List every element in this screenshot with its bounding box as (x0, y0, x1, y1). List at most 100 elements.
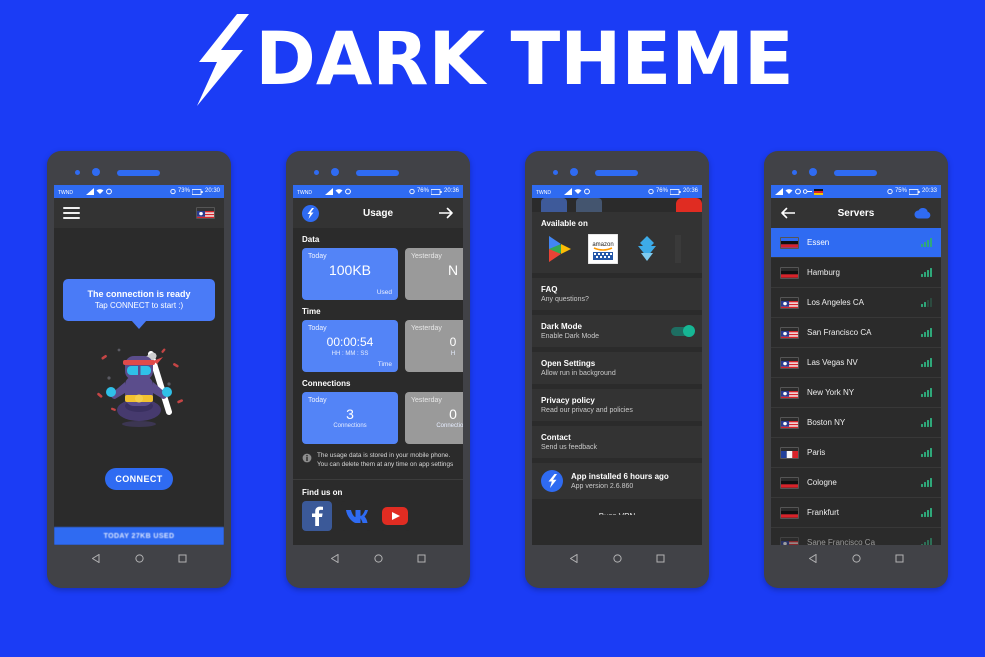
usage-card-today-data[interactable]: Today 100KB Used (302, 248, 398, 300)
facebook-icon[interactable] (302, 501, 332, 532)
server-row-cologne[interactable]: Cologne (771, 468, 941, 498)
google-play-icon[interactable] (547, 235, 573, 263)
server-name: New York NY (807, 388, 855, 397)
status-bar: TWND 73% 20:30 (54, 185, 224, 198)
settings-item-open-settings[interactable]: Open Settings Allow run in background (532, 352, 702, 384)
app-info-panel: App installed 6 hours ago App version 2.… (532, 463, 702, 499)
divider (293, 479, 463, 481)
usage-card-yesterday-data[interactable]: Yesterday N (405, 248, 463, 300)
available-on-panel: Available on amazon (532, 212, 702, 273)
tooltip-line-1: The connection is ready (87, 289, 191, 299)
server-row-sane-francisco-ca[interactable]: Sane Francisco Ca (771, 528, 941, 545)
item-title: Open Settings (541, 359, 596, 368)
usage-card-today-connections[interactable]: Today 3 Connections (302, 392, 398, 444)
bolt-circle-icon[interactable] (302, 204, 319, 222)
apkpure-icon[interactable] (634, 235, 660, 263)
us-flag-icon (780, 296, 799, 309)
nav-home-icon[interactable] (373, 554, 383, 563)
facebook-icon[interactable] (541, 198, 568, 212)
nav-home-icon[interactable] (612, 554, 622, 563)
servers-list[interactable]: Essen Hamburg Los Angeles CA San Francis… (771, 228, 941, 545)
de-flag-icon (780, 266, 799, 279)
server-row-las-vegas-nv[interactable]: Las Vegas NV (771, 348, 941, 378)
android-nav-bar (286, 545, 470, 588)
card-value: 00:00:54 (326, 335, 374, 349)
server-row-paris[interactable]: Paris (771, 438, 941, 468)
clock-time: 20:33 (921, 188, 937, 194)
server-row-frankfurt[interactable]: Frankfurt (771, 498, 941, 528)
sensor-dot-icon (314, 170, 319, 175)
nav-recent-icon[interactable] (417, 554, 426, 563)
us-flag-icon[interactable] (196, 207, 215, 219)
nav-recent-icon[interactable] (656, 554, 665, 563)
hamburger-menu-icon[interactable] (63, 206, 80, 220)
earpiece-speaker (356, 170, 399, 176)
signal-bars-icon (564, 188, 572, 195)
nav-back-icon[interactable] (91, 554, 101, 563)
youtube-icon[interactable] (675, 198, 702, 212)
server-name: Los Angeles CA (807, 298, 864, 307)
connect-button[interactable]: CONNECT (105, 468, 173, 490)
store-badges-row: amazon (541, 228, 693, 266)
phone-home: TWND 73% 20:30 The connection is ready T… (47, 151, 231, 588)
server-row-boston-ny[interactable]: Boston NY (771, 408, 941, 438)
social-links-row-partial (532, 198, 702, 212)
nav-back-icon[interactable] (569, 554, 579, 563)
card-value: 100KB (328, 262, 372, 278)
nav-back-icon[interactable] (808, 554, 818, 563)
item-subtitle: Read our privacy and policies (541, 407, 633, 414)
settings-item-dark-mode[interactable]: Dark Mode Enable Dark Mode (532, 315, 702, 347)
server-row-essen[interactable]: Essen (771, 228, 941, 258)
connections-card-row: Today 3 Connections Yesterday 0 Connecti… (293, 392, 463, 444)
wifi-icon (574, 189, 582, 194)
nav-back-icon[interactable] (330, 554, 340, 563)
server-row-new-york-ny[interactable]: New York NY (771, 378, 941, 408)
signal-strength-icon (921, 448, 932, 457)
battery-percent: 76% (416, 188, 429, 194)
settings-item-faq[interactable]: FAQ Any questions? (532, 278, 702, 310)
earpiece-speaker (595, 170, 638, 176)
phone-settings: TWND 76% 20:36 Available on amazon FAQ A… (525, 151, 709, 588)
cloud-icon[interactable] (914, 207, 932, 219)
nav-home-icon[interactable] (134, 554, 144, 563)
server-row-hamburg[interactable]: Hamburg (771, 258, 941, 288)
wifi-icon (96, 189, 104, 194)
battery-icon (191, 188, 203, 195)
data-card-row: Today 100KB Used Yesterday N (293, 248, 463, 300)
phone-top-bezel (47, 151, 231, 187)
usage-card-yesterday-connections[interactable]: Yesterday 0 Connections (405, 392, 463, 444)
arrow-right-icon[interactable] (439, 207, 454, 219)
status-bar: 75% 20:33 (771, 185, 941, 198)
server-row-los-angeles-ca[interactable]: Los Angeles CA (771, 288, 941, 318)
store-badge-cut (674, 235, 681, 263)
find-us-on-label: Find us on (302, 488, 343, 498)
phone-usage: TWND 76% 20:36 Usage Data Today 100KB Us… (286, 151, 470, 588)
settings-item-privacy-policy[interactable]: Privacy policy Read our privacy and poli… (532, 389, 702, 421)
svg-text:amazon: amazon (593, 242, 614, 248)
nav-recent-icon[interactable] (895, 554, 904, 563)
android-nav-bar (764, 545, 948, 588)
svg-text:TWND: TWND (536, 190, 551, 195)
usage-info-note: The usage data is stored in your mobile … (293, 444, 463, 477)
nav-home-icon[interactable] (851, 554, 861, 563)
settings-item-contact[interactable]: Contact Send us feedback (532, 426, 702, 458)
server-row-san-francisco-ca[interactable]: San Francisco CA (771, 318, 941, 348)
usage-card-today-time[interactable]: Today 00:00:54 HH : MM : SS Time (302, 320, 398, 372)
usage-card-yesterday-time[interactable]: Yesterday 0 H (405, 320, 463, 372)
carrier-label: TWND (536, 190, 551, 195)
android-nav-bar (47, 545, 231, 588)
today-usage-bar[interactable]: TODAY 27KB USED (54, 527, 224, 545)
youtube-icon[interactable] (380, 501, 410, 532)
vk-icon[interactable] (576, 198, 603, 212)
dark-mode-toggle[interactable] (671, 325, 695, 337)
vpn-key-icon (803, 189, 812, 194)
nav-recent-icon[interactable] (178, 554, 187, 563)
arrow-left-icon[interactable] (780, 207, 795, 219)
vk-icon[interactable] (341, 501, 371, 532)
battery-percent: 76% (655, 188, 668, 194)
sensor-dot-icon (75, 170, 80, 175)
item-subtitle: Send us feedback (541, 444, 598, 451)
amazon-appstore-icon[interactable]: amazon (588, 234, 619, 264)
clock-time: 20:36 (443, 188, 459, 194)
card-caption: Used (376, 289, 392, 296)
